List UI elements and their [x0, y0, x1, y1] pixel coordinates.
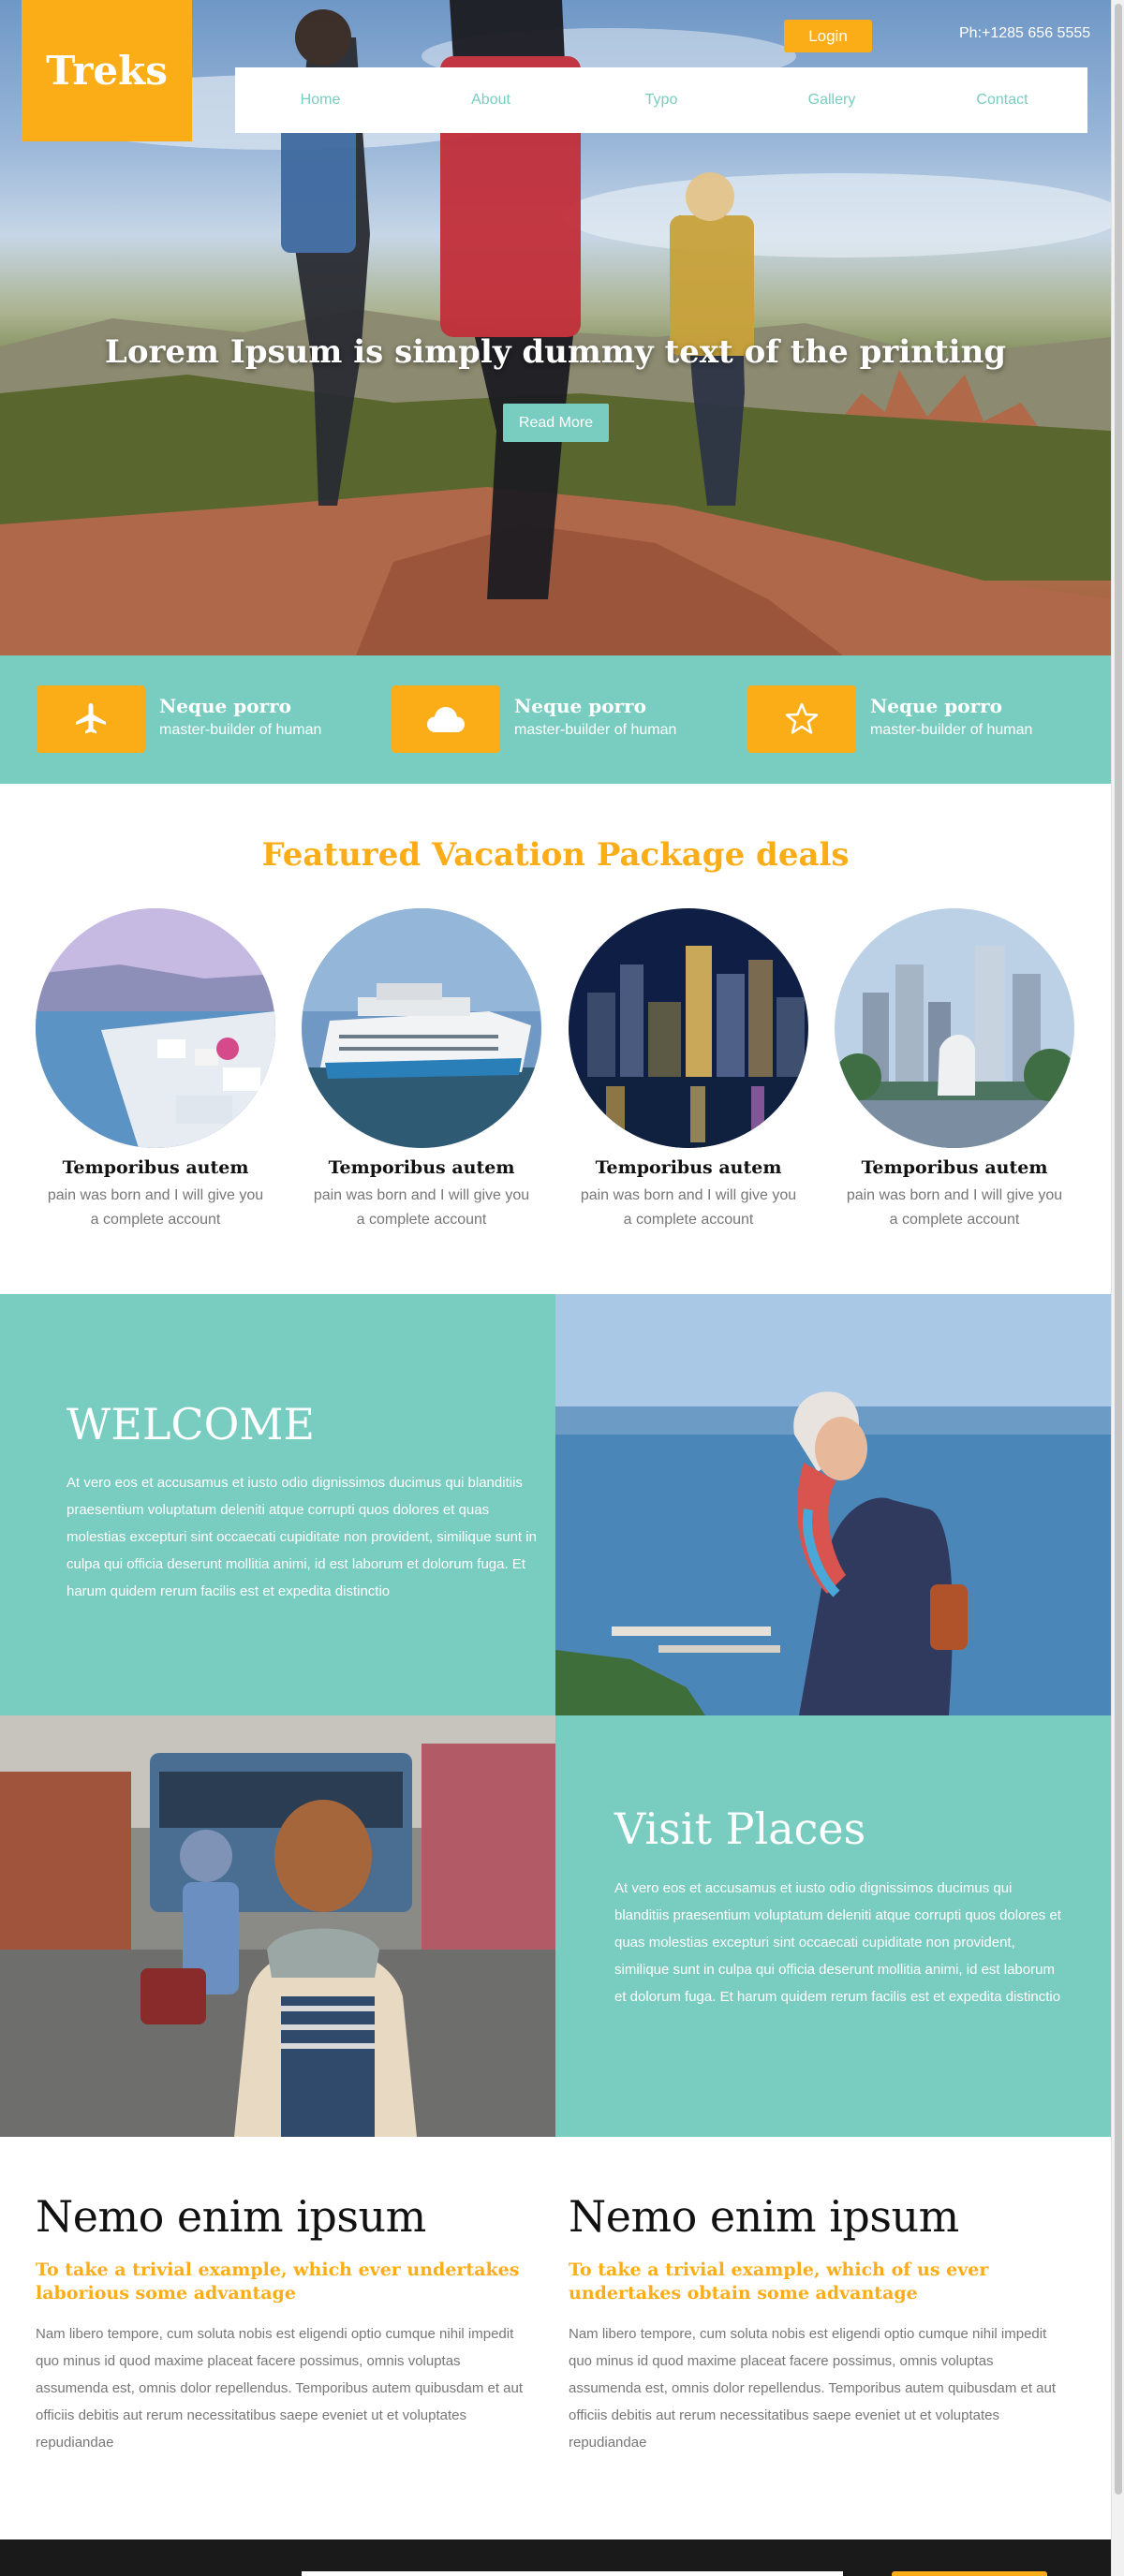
featured-heading: Featured Vacation Package deals [261, 836, 850, 874]
info-column: Nemo enim ipsum To take a trivial exampl… [36, 2191, 537, 2456]
package-title: Temporibus autem [595, 1157, 782, 1178]
package-image [36, 908, 275, 1148]
main-nav: Home About Typo Gallery Contact [235, 67, 1087, 133]
package-image [835, 908, 1074, 1148]
info-text: Nam libero tempore, cum soluta nobis est… [36, 2326, 524, 2451]
visit-heading: Visit Places [614, 1803, 866, 1854]
nav-contact[interactable]: Contact [917, 92, 1087, 109]
feature-icon-box [392, 685, 500, 753]
welcome-photo [555, 1294, 1111, 1715]
visit-photo [0, 1715, 555, 2137]
package-title: Temporibus autem [328, 1157, 515, 1178]
visit-text: At vero eos et accusamus et iusto odio d… [614, 1880, 1061, 2005]
package-card[interactable]: Temporibus autem pain was born and I wil… [36, 908, 275, 1232]
scrollbar[interactable] [1111, 0, 1124, 2576]
login-button[interactable]: Login [784, 20, 872, 52]
package-desc: pain was born and I will give you a comp… [580, 1187, 797, 1228]
airplane-icon [76, 703, 106, 734]
package-desc: pain was born and I will give you a comp… [47, 1187, 264, 1228]
info-subheading: To take a trivial example, which ever un… [36, 2260, 520, 2304]
welcome-text: At vero eos et accusamus et iusto odio d… [67, 1475, 537, 1599]
scrollbar-thumb[interactable] [1115, 4, 1122, 2495]
subscribe-button[interactable] [892, 2571, 1047, 2576]
feature-icon-box [37, 685, 145, 753]
hero-banner: Treks Login Ph:+1285 656 5555 Home About… [0, 0, 1111, 655]
info-text: Nam libero tempore, cum soluta nobis est… [569, 2326, 1057, 2451]
read-more-button[interactable]: Read More [503, 404, 609, 442]
feature-subtitle: master-builder of human [870, 722, 1033, 738]
package-image [302, 908, 541, 1148]
feature-title: Neque porro [159, 695, 291, 717]
package-title: Temporibus autem [861, 1157, 1048, 1178]
package-card[interactable]: Temporibus autem pain was born and I wil… [302, 908, 541, 1232]
info-subheading: To take a trivial example, which of us e… [569, 2260, 989, 2304]
logo-text: Treks [46, 48, 168, 94]
welcome-heading: WELCOME [67, 1399, 315, 1450]
nav-typo[interactable]: Typo [576, 92, 747, 109]
feature-title: Neque porro [514, 695, 646, 717]
feature-subtitle: master-builder of human [514, 722, 677, 738]
info-column: Nemo enim ipsum To take a trivial exampl… [569, 2191, 1070, 2456]
footer [0, 2539, 1111, 2576]
hero-title: Lorem Ipsum is simply dummy text of the … [104, 333, 1007, 371]
phone-number: Ph:+1285 656 5555 [959, 25, 1091, 41]
visit-section: Visit Places At vero eos et accusamus et… [555, 1715, 1111, 2137]
feature-subtitle: master-builder of human [159, 722, 322, 738]
feature-icon-box [747, 685, 856, 753]
newsletter-input[interactable] [302, 2571, 843, 2576]
package-card[interactable]: Temporibus autem pain was born and I wil… [569, 908, 808, 1232]
info-heading: Nemo enim ipsum [569, 2191, 959, 2242]
site-logo[interactable]: Treks [22, 0, 192, 141]
cloud-icon [427, 707, 465, 732]
package-title: Temporibus autem [62, 1157, 249, 1178]
package-desc: pain was born and I will give you a comp… [846, 1187, 1063, 1228]
nav-about[interactable]: About [406, 92, 576, 109]
feature-title: Neque porro [870, 695, 1002, 717]
package-image [569, 908, 808, 1148]
nav-home[interactable]: Home [235, 92, 406, 109]
star-icon [785, 702, 819, 734]
package-card[interactable]: Temporibus autem pain was born and I wil… [835, 908, 1074, 1232]
page: Treks Login Ph:+1285 656 5555 Home About… [0, 0, 1111, 2576]
feature-bar: Neque porro master-builder of human Nequ… [0, 655, 1111, 784]
welcome-section: WELCOME At vero eos et accusamus et iust… [0, 1294, 555, 1715]
info-heading: Nemo enim ipsum [36, 2191, 426, 2242]
nav-gallery[interactable]: Gallery [747, 92, 917, 109]
package-desc: pain was born and I will give you a comp… [313, 1187, 530, 1228]
